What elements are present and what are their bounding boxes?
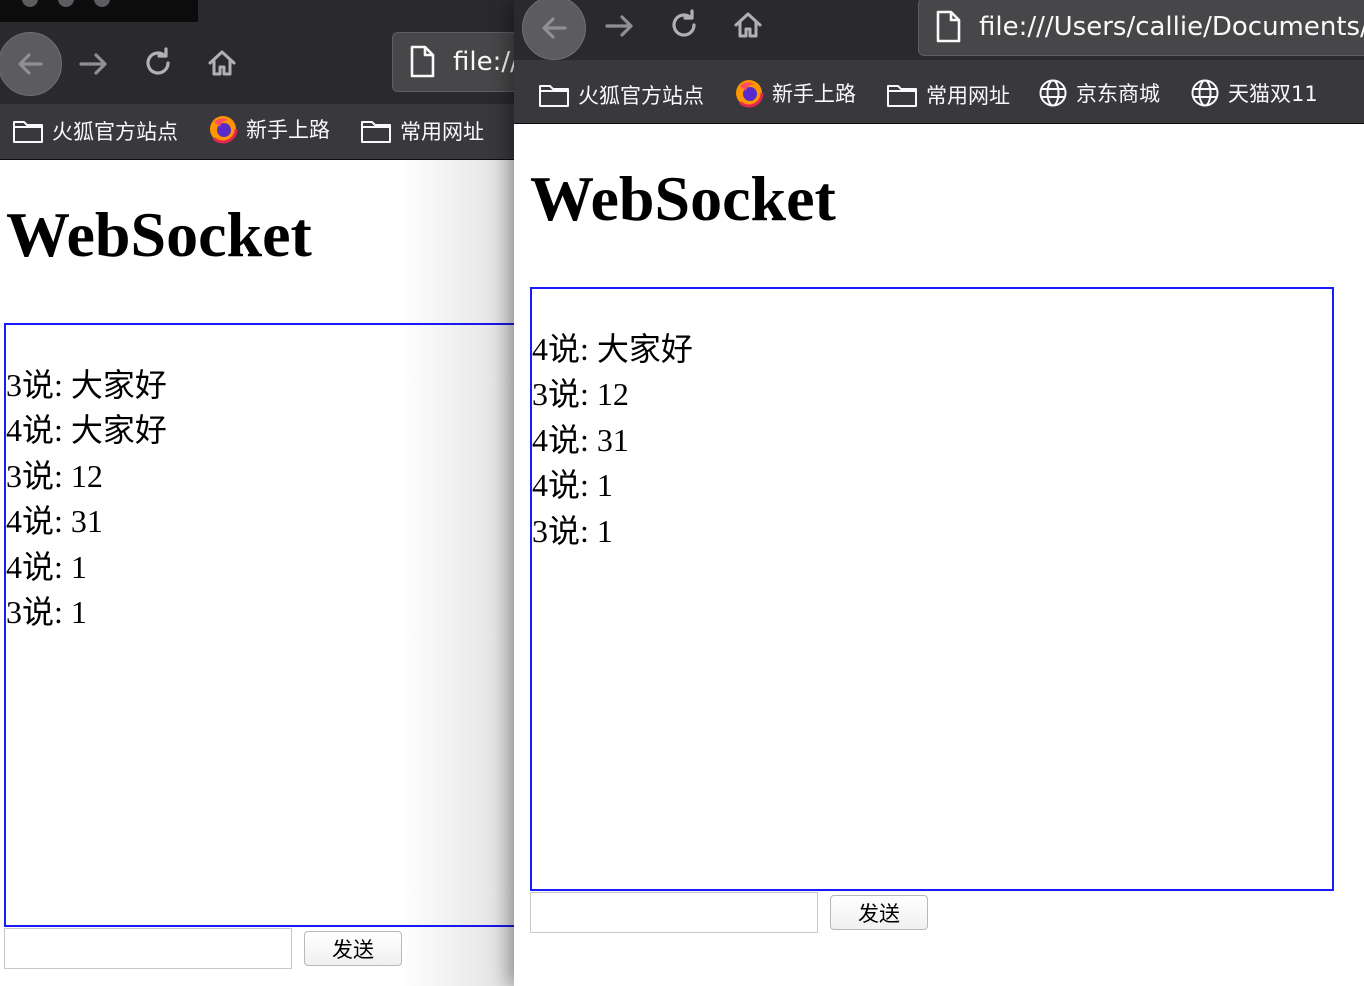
message-line: 3说: 12	[6, 457, 103, 494]
tab-strip	[198, 0, 514, 22]
message-line: 4说: 大家好	[6, 412, 167, 449]
back-button[interactable]	[0, 32, 62, 96]
bookmark-item[interactable]: 火狐官方站点	[538, 80, 704, 110]
folder-icon	[13, 121, 43, 143]
home-button[interactable]	[204, 46, 240, 80]
folder-icon	[887, 85, 917, 107]
globe-icon	[1191, 79, 1219, 107]
url-bar[interactable]: file:///Users/callie/Documents/	[918, 0, 1364, 56]
send-button[interactable]: 发送	[304, 931, 402, 966]
folder-icon	[539, 85, 569, 107]
send-button[interactable]: 发送	[830, 895, 928, 930]
page-title: WebSocket	[530, 163, 836, 234]
bookmark-item[interactable]: 京东商城	[1038, 78, 1160, 108]
navigation-toolbar: file://	[0, 22, 514, 104]
firefox-icon	[208, 114, 238, 144]
bookmark-label: 常用网址	[400, 120, 484, 144]
message-input[interactable]	[530, 892, 818, 933]
reload-icon	[146, 47, 170, 75]
bookmarks-toolbar: 火狐官方站点 新手上路 常用网址 京东商城 天猫双11	[514, 60, 1364, 124]
back-arrow-icon	[18, 53, 43, 75]
bookmark-label: 常用网址	[926, 84, 1010, 108]
bookmark-item[interactable]: 常用网址	[360, 116, 484, 146]
bookmark-item[interactable]: 常用网址	[886, 80, 1010, 110]
reload-button[interactable]	[666, 8, 702, 42]
firefox-icon	[734, 78, 764, 108]
page-icon	[410, 45, 435, 78]
window-titlebar	[0, 0, 198, 22]
bookmark-item[interactable]: 火狐官方站点	[12, 116, 178, 146]
message-line: 4说: 31	[532, 421, 629, 458]
message-line: 3说: 12	[532, 376, 629, 413]
message-list: 4说: 大家好 3说: 12 4说: 31 4说: 1 3说: 1	[532, 327, 693, 554]
bookmark-label: 新手上路	[772, 82, 856, 106]
left-browser-window: file:// 火狐官方站点 新手上路 常用网址 WebSocket 3说: 大…	[0, 0, 514, 986]
page-title: WebSocket	[6, 199, 312, 270]
home-icon	[734, 12, 762, 38]
url-bar[interactable]: file://	[392, 32, 514, 92]
globe-icon	[1039, 79, 1067, 107]
right-browser-window: file:///Users/callie/Documents/ 火狐官方站点 新…	[514, 0, 1364, 986]
page-icon	[936, 10, 961, 43]
bookmark-label: 火狐官方站点	[578, 84, 704, 108]
forward-arrow-icon	[605, 15, 633, 37]
page-content: WebSocket 3说: 大家好 4说: 大家好 3说: 12 4说: 31 …	[0, 160, 514, 986]
back-button[interactable]	[522, 0, 586, 60]
message-line: 4说: 1	[532, 467, 613, 504]
url-text: file://	[453, 47, 514, 77]
bookmark-label: 新手上路	[246, 118, 330, 142]
message-line: 4说: 大家好	[532, 331, 693, 367]
message-log: 4说: 大家好 3说: 12 4说: 31 4说: 1 3说: 1	[530, 287, 1334, 891]
page-content: WebSocket 4说: 大家好 3说: 12 4说: 31 4说: 1 3说…	[514, 124, 1364, 986]
navigation-toolbar: file:///Users/callie/Documents/	[514, 0, 1364, 60]
message-line: 3说: 1	[6, 594, 87, 631]
bookmark-item[interactable]: 天猫双11	[1190, 78, 1318, 108]
forward-button[interactable]	[76, 48, 112, 80]
bookmarks-toolbar: 火狐官方站点 新手上路 常用网址	[0, 104, 514, 160]
close-window-icon[interactable]	[22, 0, 38, 7]
zoom-window-icon[interactable]	[94, 0, 110, 7]
message-list: 3说: 大家好 4说: 大家好 3说: 12 4说: 31 4说: 1 3说: …	[6, 363, 167, 635]
folder-icon	[361, 121, 391, 143]
back-arrow-icon	[542, 17, 567, 39]
forward-arrow-icon	[79, 53, 107, 75]
minimize-window-icon[interactable]	[58, 0, 74, 7]
home-icon	[208, 50, 236, 76]
bookmark-item[interactable]: 新手上路	[208, 114, 330, 144]
message-line: 3说: 1	[532, 512, 613, 549]
bookmark-label: 京东商城	[1076, 82, 1160, 106]
forward-button[interactable]	[602, 10, 638, 42]
bookmark-label: 天猫双11	[1228, 82, 1318, 106]
message-log: 3说: 大家好 4说: 大家好 3说: 12 4说: 31 4说: 1 3说: …	[4, 323, 514, 927]
url-text: file:///Users/callie/Documents/	[979, 12, 1364, 42]
reload-icon	[672, 9, 696, 37]
message-line: 3说: 大家好	[6, 367, 167, 403]
message-line: 4说: 1	[6, 548, 87, 585]
bookmark-label: 火狐官方站点	[52, 120, 178, 144]
home-button[interactable]	[730, 8, 766, 42]
message-input[interactable]	[4, 928, 292, 969]
reload-button[interactable]	[140, 46, 176, 80]
message-line: 4说: 31	[6, 503, 103, 540]
bookmark-item[interactable]: 新手上路	[734, 78, 856, 108]
